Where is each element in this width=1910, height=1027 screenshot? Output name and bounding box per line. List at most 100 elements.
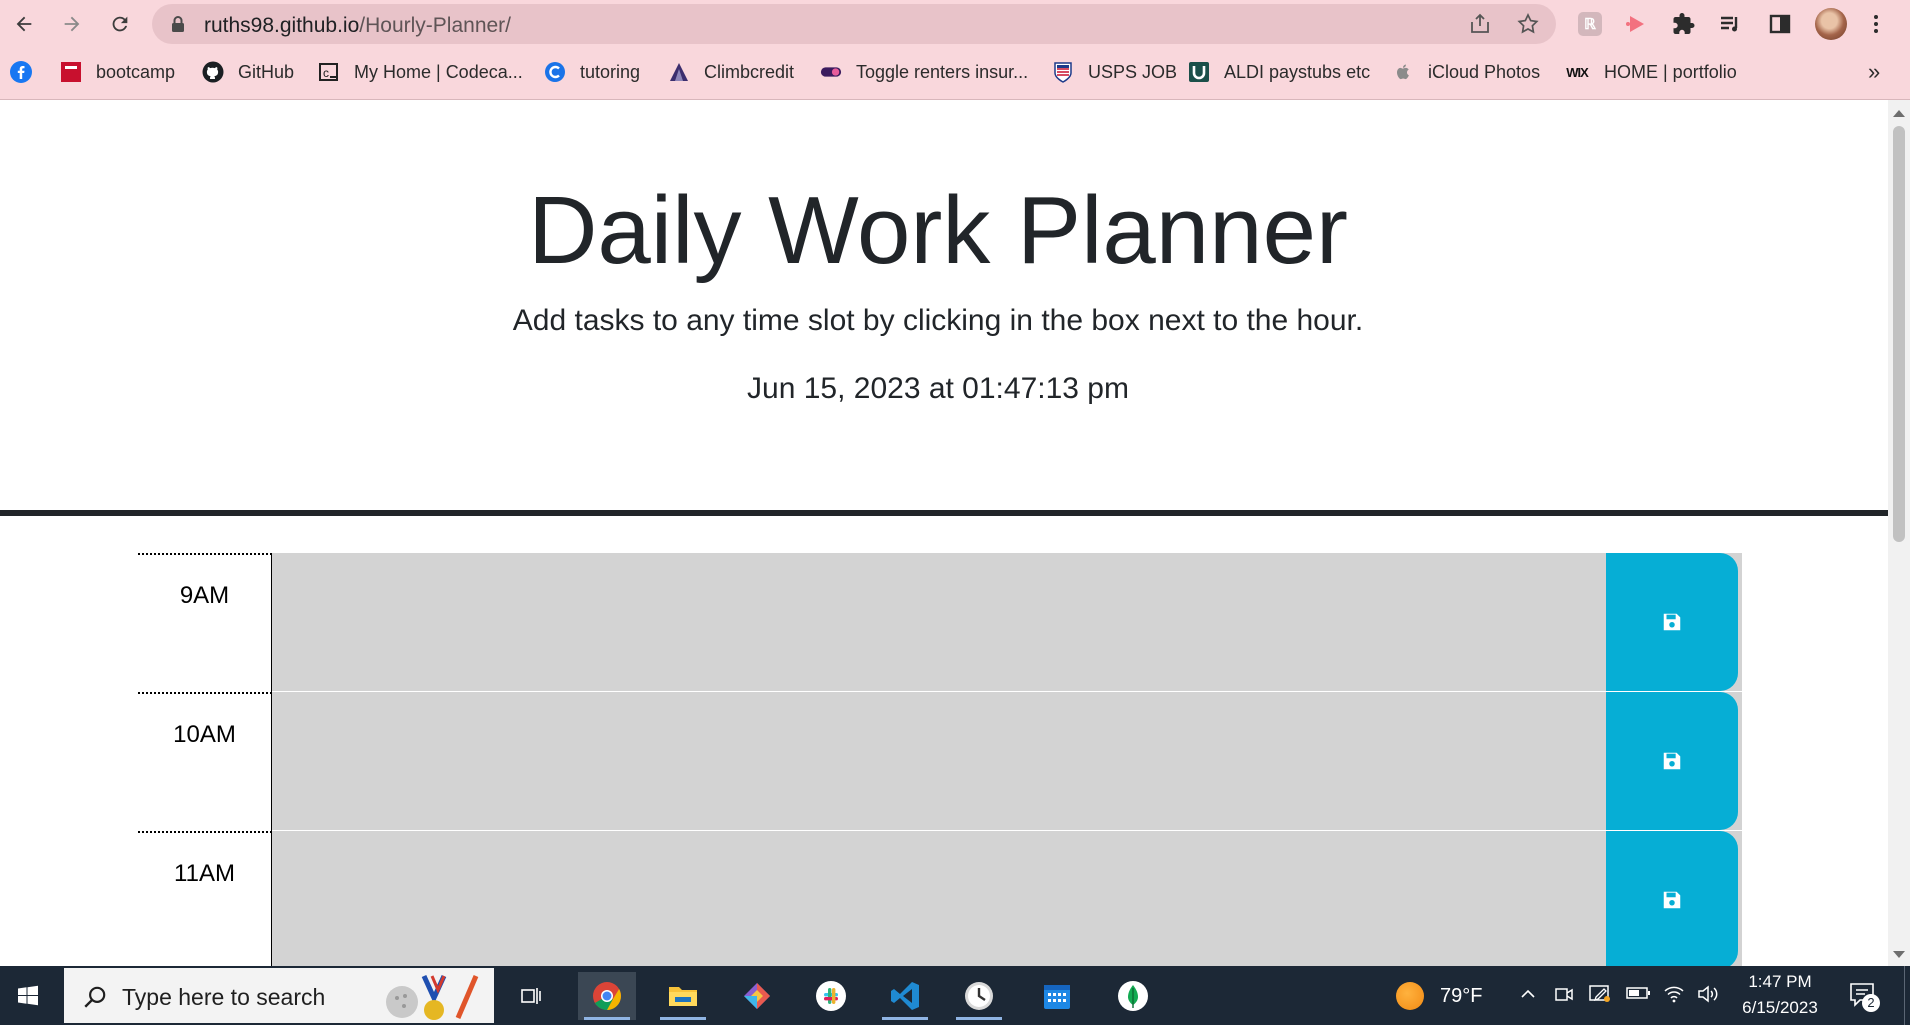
hour-text: 10AM: [173, 721, 236, 748]
taskbar-file-explorer[interactable]: [654, 972, 712, 1020]
scroll-down-arrow-icon[interactable]: [1893, 951, 1905, 958]
time-block-11am: 11AM: [138, 831, 1742, 966]
wix-icon: WIX: [1566, 64, 1589, 80]
current-datetime: Jun 15, 2023 at 01:47:13 pm: [747, 372, 1129, 405]
bookmark-star-icon[interactable]: [1516, 12, 1540, 36]
media-queue-icon[interactable]: [1716, 10, 1744, 38]
bookmark-usps[interactable]: USPS JOB: [1052, 60, 1177, 84]
battery-icon[interactable]: [1626, 985, 1652, 1006]
start-button[interactable]: [0, 966, 56, 1025]
usps-icon: [1052, 61, 1074, 83]
toggle-icon: [820, 61, 842, 83]
save-button[interactable]: [1606, 553, 1738, 691]
bookmark-aldi[interactable]: ALDI paystubs etc: [1188, 60, 1370, 84]
search-icon: [84, 986, 106, 1008]
browser-menu-icon[interactable]: [1862, 10, 1890, 38]
taskbar-calendar[interactable]: [1028, 972, 1086, 1020]
side-panel-icon[interactable]: [1766, 10, 1794, 38]
show-desktop-button[interactable]: [1904, 966, 1910, 1025]
bookmark-codecademy[interactable]: c My Home | Codeca...: [318, 60, 523, 84]
save-button[interactable]: [1606, 692, 1738, 830]
bookmark-toggle[interactable]: Toggle renters insur...: [820, 60, 1028, 84]
task-view-icon: [521, 988, 541, 1004]
wifi-icon[interactable]: [1662, 982, 1686, 1009]
reload-icon: [112, 16, 128, 32]
bookmark-tutoring[interactable]: tutoring: [544, 60, 640, 84]
url-path: /Hourly-Planner/: [359, 14, 512, 37]
taskbar-search[interactable]: Type here to search: [64, 968, 494, 1023]
bookmark-label: USPS JOB: [1088, 61, 1178, 82]
taskbar-clock-app[interactable]: [950, 972, 1008, 1020]
meet-now-icon[interactable]: [1554, 984, 1574, 1009]
forward-button[interactable]: [56, 8, 88, 40]
taskbar-mongodb[interactable]: [1104, 972, 1162, 1020]
scroll-up-arrow-icon[interactable]: [1893, 110, 1905, 117]
task-input[interactable]: [272, 692, 1742, 830]
url-host: ruths98.github.io: [204, 14, 360, 37]
active-indicator: [660, 1017, 706, 1020]
back-button[interactable]: [8, 8, 40, 40]
bookmark-github[interactable]: GitHub: [202, 60, 294, 84]
volume-icon[interactable]: [1696, 983, 1720, 1010]
address-bar[interactable]: ruths98.github.io/Hourly-Planner/: [152, 4, 1556, 44]
bookmark-bootcamp[interactable]: bootcamp: [60, 60, 175, 84]
weather-sun-icon[interactable]: [1396, 982, 1424, 1010]
tutoring-icon: [544, 61, 566, 83]
bookmark-label: tutoring: [580, 61, 641, 82]
taskbar-slack[interactable]: [802, 972, 860, 1020]
share-icon[interactable]: [1468, 12, 1492, 36]
page-scrollbar[interactable]: [1888, 100, 1910, 966]
bookmark-label: ALDI paystubs etc: [1224, 61, 1371, 82]
notification-count-badge: 2: [1862, 994, 1880, 1012]
hour-label: 9AM: [138, 553, 272, 693]
taskbar-clock-date[interactable]: 6/15/2023: [1736, 998, 1824, 1018]
slack-icon: [816, 981, 846, 1011]
hour-label: 11AM: [138, 831, 272, 966]
reload-button[interactable]: [104, 8, 136, 40]
notifications-button[interactable]: 2: [1848, 980, 1880, 1015]
bookmark-climbcredit[interactable]: Climbcredit: [668, 60, 794, 84]
planner-page: Daily Work Planner Add tasks to any time…: [0, 100, 1888, 966]
profile-avatar[interactable]: [1814, 7, 1848, 41]
floppy-disk-icon: [1663, 752, 1681, 770]
tray-overflow-chevron-icon[interactable]: [1518, 984, 1538, 1009]
bookmark-icloud[interactable]: iCloud Photos: [1392, 60, 1540, 84]
taskbar-clock-time[interactable]: 1:47 PM: [1746, 972, 1814, 992]
url-text: ruths98.github.io/Hourly-Planner/: [204, 14, 511, 38]
bookmark-label: Climbcredit: [704, 61, 795, 82]
taskbar-app-snip[interactable]: [728, 972, 786, 1020]
time-block-9am: 9AM: [138, 553, 1742, 693]
bookmark-wix-portfolio[interactable]: WIX HOME | portfolio: [1564, 60, 1737, 84]
bookmark-label: iCloud Photos: [1428, 61, 1541, 82]
pen-workspace-icon[interactable]: [1588, 983, 1612, 1010]
save-button[interactable]: [1606, 831, 1738, 966]
weather-temp[interactable]: 79°F: [1440, 985, 1482, 1008]
page-title: Daily Work Planner: [528, 177, 1348, 284]
search-placeholder: Type here to search: [122, 984, 326, 1010]
bookmark-label: bootcamp: [96, 61, 176, 82]
task-view-button[interactable]: [502, 972, 560, 1020]
scrollbar-thumb[interactable]: [1893, 126, 1905, 542]
taskbar-chrome[interactable]: [578, 972, 636, 1020]
bookmark-label: Toggle renters insur...: [856, 61, 1029, 82]
climbcredit-icon: [668, 61, 690, 83]
hour-label: 10AM: [138, 692, 272, 832]
extension-grammar-icon[interactable]: ℝ: [1576, 10, 1604, 38]
aldi-icon: [1188, 61, 1210, 83]
extensions-puzzle-icon[interactable]: [1670, 10, 1698, 38]
task-input[interactable]: [272, 831, 1742, 966]
time-block-10am: 10AM: [138, 692, 1742, 832]
active-indicator: [584, 1017, 630, 1020]
extension-screen-recorder-icon[interactable]: [1622, 10, 1650, 38]
bookmark-facebook[interactable]: [10, 60, 32, 84]
bookmarks-overflow-button[interactable]: »: [1868, 59, 1880, 84]
bookmarks-bar: bootcamp GitHub c My Home | Codeca... tu…: [0, 50, 1910, 94]
lock-icon: [172, 16, 184, 32]
clock-icon: [965, 982, 993, 1010]
windows-logo-icon: [18, 985, 38, 1005]
bookmark-label: My Home | Codeca...: [354, 61, 523, 82]
windows-taskbar: Type here to search 79°F 1:47 PM 6/15/20…: [0, 966, 1910, 1025]
task-input[interactable]: [272, 553, 1742, 691]
taskbar-vscode[interactable]: [876, 972, 934, 1020]
mongodb-leaf-icon: [1118, 981, 1148, 1011]
